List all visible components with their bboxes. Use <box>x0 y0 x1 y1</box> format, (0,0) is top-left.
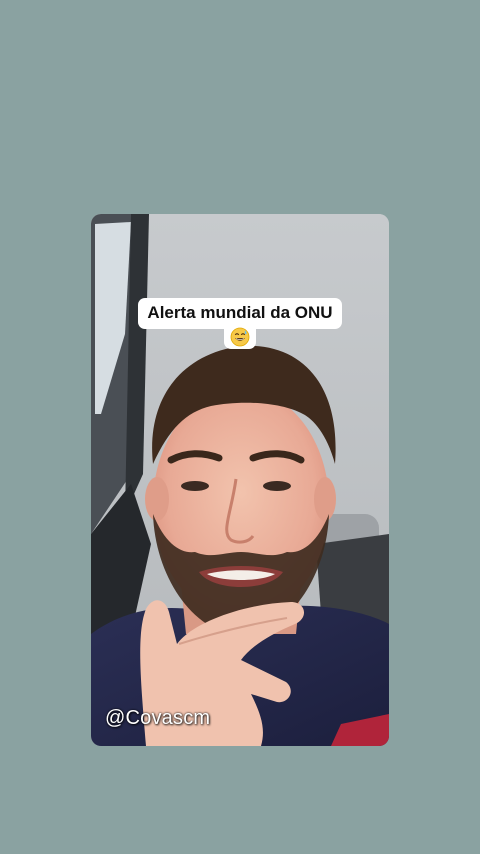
eye-left <box>181 481 209 491</box>
caption-text: Alerta mundial da ONU <box>138 298 342 329</box>
video-frame <box>91 214 389 746</box>
grinning-sweat-icon <box>230 327 250 347</box>
username-watermark: @Covascm <box>105 707 211 729</box>
ear-left <box>145 477 169 521</box>
story-page: Alerta mundial da ONU @Covascm <box>0 0 480 854</box>
caption-emoji-box <box>224 327 256 349</box>
caption-sticker: Alerta mundial da ONU <box>91 298 389 349</box>
video-card[interactable]: Alerta mundial da ONU @Covascm <box>91 214 389 746</box>
ear-right <box>314 477 336 521</box>
eye-right <box>263 481 291 491</box>
